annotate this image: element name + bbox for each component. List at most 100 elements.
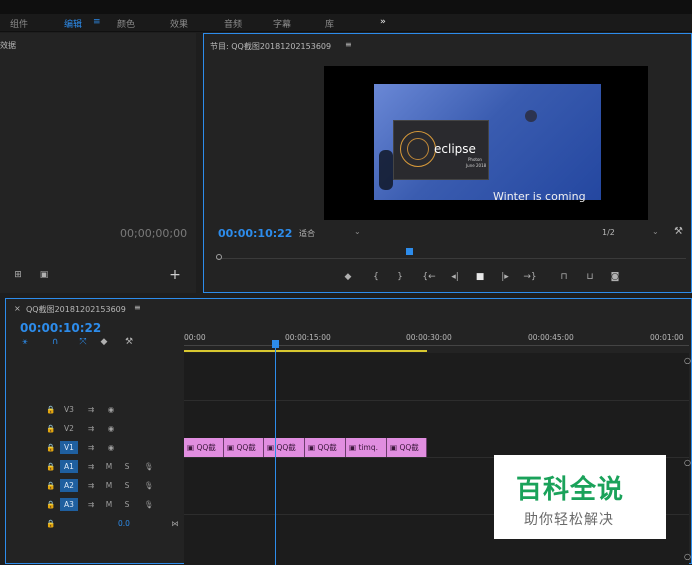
resolution-dropdown[interactable]: 1/2 (602, 228, 615, 237)
hamburger-icon[interactable]: ≡ (93, 17, 101, 27)
in-point-marker[interactable] (216, 254, 222, 260)
watermark-subtitle: 助你轻松解决 (524, 512, 614, 528)
video-clip[interactable]: ▣ timq. (346, 438, 387, 457)
workspace-tab-library[interactable]: 库 (325, 17, 334, 30)
timeline-timecode[interactable]: 00:00:10:22 (20, 321, 101, 335)
video-clip[interactable]: ▣ QQ截 (184, 438, 224, 457)
timeline-playhead[interactable] (272, 340, 279, 348)
video-clip[interactable]: ▣ QQ截 (224, 438, 264, 457)
track-label-v1[interactable]: V1 (60, 441, 78, 454)
microphone-icon[interactable]: 🎙 (140, 498, 158, 511)
fit-dropdown[interactable]: 适合 (299, 228, 315, 239)
workspace-tab-audio[interactable]: 音频 (224, 17, 242, 30)
microphone-icon[interactable]: 🎙 (140, 479, 158, 492)
scroll-handle-icon[interactable]: ○ (684, 356, 691, 365)
mute-button[interactable]: M (100, 498, 118, 511)
track-header-master: 🔒 0.0 ⋈ (6, 514, 184, 533)
sync-icon[interactable]: ⇉ (82, 441, 100, 454)
program-monitor: 节目: QQ截图20181202153609 ≡ eclipse Photon … (203, 33, 692, 293)
nest-icon[interactable]: ⚹ (18, 337, 32, 348)
clip-label: QQ截 (276, 443, 296, 452)
microphone-icon[interactable]: 🎙 (140, 460, 158, 473)
track-label-a3[interactable]: A3 (60, 498, 78, 511)
timeline-tools: ⚹ ∩ ⤧ ◆ ⚒ (18, 337, 148, 351)
program-time-ruler[interactable] (216, 248, 686, 262)
sequence-tab[interactable]: QQ截图20181202153609 (26, 304, 126, 315)
video-clip[interactable]: ▣ QQ截 (264, 438, 305, 457)
go-to-out-icon[interactable]: →} (523, 272, 537, 283)
track-label-v2[interactable]: V2 (60, 422, 78, 435)
watermark-title: 百科全说 (516, 475, 625, 505)
lock-icon[interactable]: 🔒 (42, 403, 60, 416)
clip-label: QQ截 (317, 443, 337, 452)
playhead[interactable] (406, 248, 413, 255)
workspace-tab-effects[interactable]: 效果 (170, 17, 188, 30)
extract-icon[interactable]: ⊔ (582, 272, 598, 283)
workspace-tab-captions[interactable]: 字幕 (273, 17, 291, 30)
sync-icon[interactable]: ⇉ (82, 422, 100, 435)
add-marker-icon[interactable]: ◆ (342, 272, 354, 283)
panel-menu-icon[interactable]: ≡ (134, 303, 141, 312)
playhead-line (275, 348, 276, 565)
mute-button[interactable]: M (100, 460, 118, 473)
master-level[interactable]: 0.0 (110, 517, 138, 530)
sync-icon[interactable]: ⇉ (82, 403, 100, 416)
lift-icon[interactable]: ⊓ (556, 272, 572, 283)
lock-icon[interactable]: 🔒 (42, 479, 60, 492)
close-tab-icon[interactable]: × (14, 304, 21, 313)
more-workspaces-button[interactable]: » (380, 17, 386, 27)
stop-icon[interactable]: ■ (474, 272, 486, 283)
linked-selection-icon[interactable]: ⤧ (76, 337, 90, 348)
solo-button[interactable]: S (118, 460, 136, 473)
camera-icon[interactable]: ◙ (608, 272, 622, 283)
video-clip[interactable]: ▣ QQ截 (305, 438, 346, 457)
step-forward-icon[interactable]: |▸ (499, 272, 511, 283)
track-label-a2[interactable]: A2 (60, 479, 78, 492)
track-header-a1: 🔒 A1 ⇉ M S 🎙 (6, 457, 184, 476)
workspace-tab-color[interactable]: 颜色 (117, 17, 135, 30)
eye-icon[interactable]: ◉ (102, 403, 120, 416)
lock-icon[interactable]: 🔒 (42, 422, 60, 435)
eye-icon[interactable]: ◉ (102, 441, 120, 454)
workspace-tab-edit[interactable]: 编辑 (64, 17, 82, 30)
lock-icon[interactable]: 🔒 (42, 441, 60, 454)
eye-icon[interactable]: ◉ (102, 422, 120, 435)
timeline-ruler[interactable]: 00:00 00:00:15:00 00:00:30:00 00:00:45:0… (184, 327, 689, 353)
solo-button[interactable]: S (118, 498, 136, 511)
chevron-down-icon[interactable]: ⌄ (652, 227, 659, 236)
track-label-v3[interactable]: V3 (60, 403, 78, 416)
ruler-label: 00:01:00 (650, 333, 684, 342)
master-expand-icon[interactable]: ⋈ (166, 517, 184, 530)
list-view-icon[interactable]: ⊞ (10, 270, 26, 281)
lock-icon[interactable]: 🔒 (42, 517, 60, 530)
lock-icon[interactable]: 🔒 (42, 460, 60, 473)
scroll-handle-icon[interactable]: ○ (684, 552, 691, 561)
scroll-handle-icon[interactable]: ○ (684, 458, 691, 467)
lock-icon[interactable]: 🔒 (42, 498, 60, 511)
mark-in-icon[interactable]: { (370, 272, 382, 283)
chevron-down-icon[interactable]: ⌄ (354, 227, 361, 236)
solo-button[interactable]: S (118, 479, 136, 492)
sync-icon[interactable]: ⇉ (82, 479, 100, 492)
wrench-icon[interactable]: ⚒ (122, 337, 136, 348)
watermark: 百科全说 助你轻松解决 (494, 455, 666, 539)
plus-icon[interactable]: + (168, 268, 182, 282)
folder-icon[interactable]: ▣ (36, 270, 52, 281)
eclipse-splash: eclipse Photon June 2018 (393, 120, 489, 180)
add-marker-icon[interactable]: ◆ (98, 337, 110, 348)
track-label-a1[interactable]: A1 (60, 460, 78, 473)
sync-icon[interactable]: ⇉ (82, 460, 100, 473)
eclipse-inner-ring-icon (407, 138, 429, 160)
video-clip[interactable]: ▣ QQ截 (387, 438, 427, 457)
sync-icon[interactable]: ⇉ (82, 498, 100, 511)
step-back-icon[interactable]: ◂| (449, 272, 461, 283)
program-timecode[interactable]: 00:00:10:22 (218, 227, 292, 240)
wrench-icon[interactable]: ⚒ (674, 226, 683, 237)
work-area-bar[interactable] (184, 350, 427, 352)
mark-out-icon[interactable]: } (394, 272, 406, 283)
workspace-tab-components[interactable]: 组件 (10, 17, 28, 30)
mute-button[interactable]: M (100, 479, 118, 492)
panel-menu-icon[interactable]: ≡ (345, 40, 352, 49)
snap-icon[interactable]: ∩ (48, 337, 62, 348)
go-to-in-icon[interactable]: {← (422, 272, 436, 283)
